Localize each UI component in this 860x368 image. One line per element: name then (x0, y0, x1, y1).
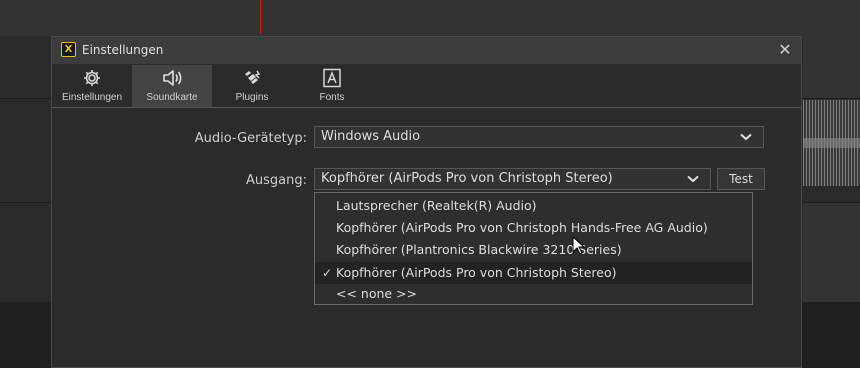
tab-bar: Einstellungen Soundkarte Plugins Fonts (52, 65, 801, 108)
tab-fonts[interactable]: Fonts (292, 65, 372, 107)
audio-waveform[interactable] (803, 100, 860, 186)
font-icon (292, 68, 372, 88)
output-value: Kopfhörer (AirPods Pro von Christoph Ste… (321, 171, 613, 186)
dropdown-option-selected[interactable]: ✓ Kopfhörer (AirPods Pro von Christoph S… (315, 262, 752, 284)
gear-icon (52, 68, 132, 88)
tab-einstellungen[interactable]: Einstellungen (52, 65, 132, 107)
output-select[interactable]: Kopfhörer (AirPods Pro von Christoph Ste… (314, 168, 711, 190)
device-type-select[interactable]: Windows Audio (314, 126, 764, 148)
tab-label: Fonts (319, 92, 345, 103)
tab-label: Einstellungen (61, 92, 123, 103)
dialog-title: Einstellungen (82, 43, 164, 57)
background-track (803, 36, 860, 98)
mouse-cursor-icon (572, 236, 586, 255)
close-button[interactable]: ✕ (775, 40, 795, 60)
settings-dialog: X Einstellungen ✕ Einstellungen Soundkar… (51, 36, 802, 368)
tab-label: Plugins (235, 92, 269, 103)
device-type-label: Audio-Gerätetyp: (194, 131, 307, 146)
tab-soundkarte[interactable]: Soundkarte (132, 65, 212, 107)
option-label: << none >> (336, 286, 418, 301)
speaker-icon (132, 68, 212, 88)
background-track (803, 203, 860, 302)
device-type-value: Windows Audio (321, 129, 421, 144)
option-label: Lautsprecher (Realtek(R) Audio) (336, 198, 537, 213)
app-icon: X (61, 42, 76, 57)
option-label: Kopfhörer (AirPods Pro von Christoph Ste… (336, 265, 617, 280)
output-label: Ausgang: (246, 173, 307, 188)
dropdown-option[interactable]: Kopfhörer (AirPods Pro von Christoph Han… (315, 217, 752, 239)
plugin-icon (212, 68, 292, 88)
dropdown-option[interactable]: Kopfhörer (Plantronics Blackwire 3210 Se… (315, 239, 752, 261)
chevron-down-icon (740, 133, 752, 141)
dropdown-option[interactable]: << none >> (315, 283, 752, 305)
background-toolbar (0, 0, 860, 36)
dialog-titlebar: X Einstellungen ✕ (52, 37, 801, 64)
chevron-down-icon (687, 175, 699, 183)
test-button[interactable]: Test (717, 168, 765, 190)
tab-label: Soundkarte (146, 92, 198, 103)
option-label: Kopfhörer (AirPods Pro von Christoph Han… (336, 220, 708, 235)
tab-plugins[interactable]: Plugins (212, 65, 292, 107)
playhead-marker[interactable] (260, 0, 261, 34)
checkmark-icon: ✓ (322, 266, 333, 280)
dropdown-option[interactable]: Lautsprecher (Realtek(R) Audio) (315, 195, 752, 217)
output-dropdown-list: Lautsprecher (Realtek(R) Audio) Kopfhöre… (314, 192, 753, 305)
